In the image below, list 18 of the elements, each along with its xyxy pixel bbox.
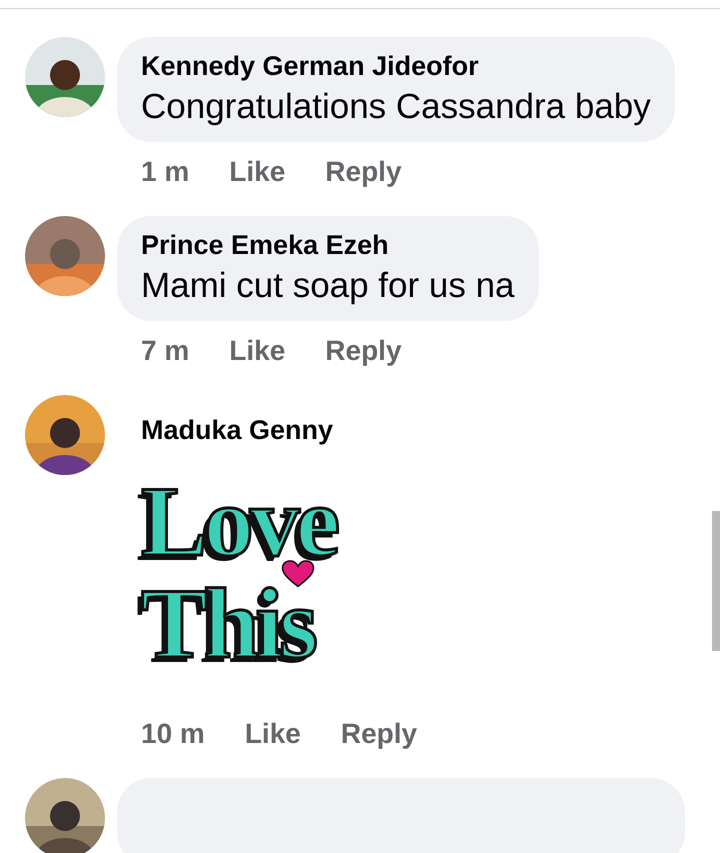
like-link[interactable]: Like <box>229 335 286 395</box>
sticker-text: Love <box>141 486 336 558</box>
comment-time: 7 m <box>141 335 190 368</box>
comment-text: Congratulations Cassandra baby <box>141 86 651 128</box>
comment-time: 10 m <box>141 718 205 751</box>
author-name: Maduka Genny <box>141 415 334 446</box>
comment-time: 1 m <box>141 156 190 189</box>
reply-link[interactable]: Reply <box>325 156 402 216</box>
scrollbar[interactable] <box>712 511 720 651</box>
heart-icon <box>281 560 315 588</box>
like-link[interactable]: Like <box>229 156 286 216</box>
comment-text: Mami cut soap for us na <box>141 265 514 307</box>
reply-link[interactable]: Reply <box>325 335 402 395</box>
like-link[interactable]: Like <box>244 718 301 778</box>
author-name: Kennedy German Jideofor <box>141 51 480 82</box>
reply-link[interactable]: Reply <box>340 718 418 778</box>
author-name: Prince Emeka Ezeh <box>141 230 390 261</box>
sticker-text: This <box>141 588 314 660</box>
